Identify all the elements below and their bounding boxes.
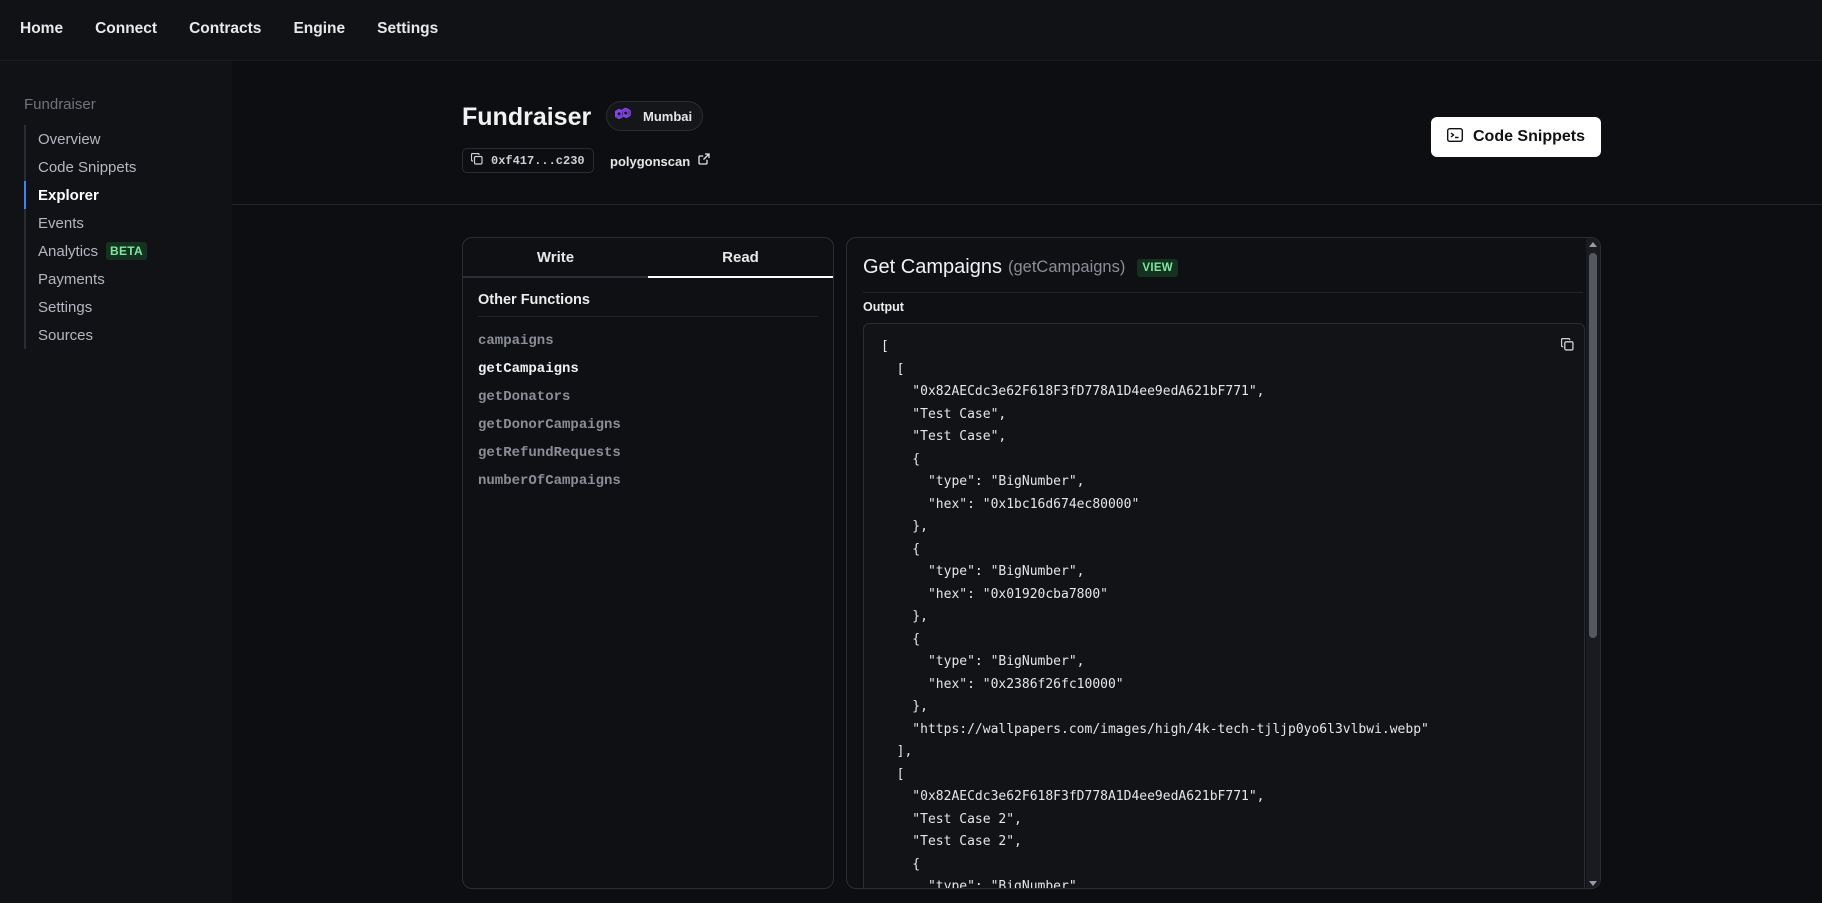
- output-code-block[interactable]: [ [ "0x82AECdc3e62F618F3fD778A1D4ee9edA6…: [863, 323, 1585, 889]
- function-signature: (getCampaigns): [1007, 258, 1126, 276]
- scroll-down-arrow[interactable]: [1589, 881, 1597, 886]
- copy-icon[interactable]: [1560, 337, 1574, 356]
- polygon-icon: [614, 105, 635, 128]
- function-getrefundrequests[interactable]: getRefundRequests: [478, 439, 833, 467]
- view-badge: VIEW: [1137, 258, 1178, 277]
- sidebar-items: Overview Code Snippets Explorer Events A…: [24, 125, 148, 349]
- sidebar-item-payments[interactable]: Payments: [24, 265, 147, 293]
- nav-connect[interactable]: Connect: [95, 20, 157, 38]
- top-navigation-bar: Home Connect Contracts Engine Settings: [0, 0, 1822, 61]
- sidebar-item-label: Explorer: [38, 186, 99, 204]
- sidebar-item-label: Analytics: [38, 242, 99, 260]
- page-title: Fundraiser: [462, 103, 592, 131]
- nav-home[interactable]: Home: [20, 20, 63, 38]
- nav-settings[interactable]: Settings: [377, 20, 438, 38]
- function-header: Get Campaigns (getCampaigns) VIEW: [863, 256, 1178, 279]
- tab-read[interactable]: Read: [648, 238, 833, 278]
- copy-icon: [470, 152, 483, 170]
- sidebar-item-label: Events: [38, 214, 84, 232]
- contract-address-copy[interactable]: 0xf417...c230: [462, 148, 594, 173]
- nav-contracts[interactable]: Contracts: [189, 20, 261, 38]
- function-tabs: Write Read: [463, 238, 833, 278]
- nav-engine[interactable]: Engine: [293, 20, 345, 38]
- output-scrollbar[interactable]: [1586, 238, 1600, 888]
- top-nav: Home Connect Contracts Engine Settings: [20, 20, 438, 38]
- other-functions-heading: Other Functions: [478, 292, 818, 317]
- function-getdonators[interactable]: getDonators: [478, 383, 833, 411]
- sidebar-item-label: Code Snippets: [38, 158, 137, 176]
- function-getcampaigns[interactable]: getCampaigns: [478, 355, 833, 383]
- contract-address: 0xf417...c230: [491, 153, 585, 168]
- chain-badge: Mumbai: [606, 101, 704, 131]
- output-divider: [863, 292, 1583, 293]
- output-label: Output: [863, 300, 904, 314]
- sidebar-item-sources[interactable]: Sources: [24, 321, 147, 349]
- external-link-icon: [698, 152, 710, 170]
- sidebar-item-settings[interactable]: Settings: [24, 293, 147, 321]
- tab-write[interactable]: Write: [463, 238, 648, 276]
- function-campaigns[interactable]: campaigns: [478, 327, 833, 355]
- sidebar-item-analytics[interactable]: Analytics BETA: [24, 237, 148, 265]
- polygonscan-label: polygonscan: [610, 153, 691, 169]
- sidebar-item-label: Payments: [38, 270, 105, 288]
- chain-name: Mumbai: [643, 108, 693, 124]
- sidebar-item-events[interactable]: Events: [24, 209, 147, 237]
- beta-badge: BETA: [106, 242, 148, 260]
- scrollbar-thumb[interactable]: [1589, 253, 1597, 638]
- code-snippets-label: Code Snippets: [1472, 128, 1585, 145]
- polygonscan-link[interactable]: polygonscan: [610, 152, 710, 170]
- function-list: campaigns getCampaigns getDonators getDo…: [478, 327, 833, 495]
- sidebar-group-title: Fundraiser: [24, 96, 96, 113]
- sidebar-item-label: Settings: [38, 298, 93, 316]
- sidebar-item-label: Sources: [38, 326, 94, 344]
- sidebar: Fundraiser Overview Code Snippets Explor…: [0, 61, 232, 903]
- function-title: Get Campaigns: [863, 256, 1002, 278]
- sidebar-item-overview[interactable]: Overview: [24, 125, 147, 153]
- output-code: [ [ "0x82AECdc3e62F618F3fD778A1D4ee9edA6…: [881, 339, 1429, 889]
- terminal-icon: [1446, 127, 1463, 147]
- function-numberofcampaigns[interactable]: numberOfCampaigns: [478, 467, 833, 495]
- scroll-up-arrow[interactable]: [1589, 242, 1597, 247]
- sidebar-item-explorer[interactable]: Explorer: [24, 181, 147, 209]
- output-panel: Get Campaigns (getCampaigns) VIEW Output…: [846, 237, 1601, 889]
- sidebar-item-code-snippets[interactable]: Code Snippets: [24, 153, 147, 181]
- main-content: Fundraiser Mumbai 0xf417...c230 polygons…: [232, 61, 1822, 903]
- functions-panel: Write Read Other Functions campaigns get…: [462, 237, 834, 889]
- function-getdonorcampaigns[interactable]: getDonorCampaigns: [478, 411, 833, 439]
- code-snippets-button[interactable]: Code Snippets: [1431, 117, 1601, 157]
- sidebar-item-label: Overview: [38, 130, 101, 148]
- header-divider: [232, 204, 1822, 205]
